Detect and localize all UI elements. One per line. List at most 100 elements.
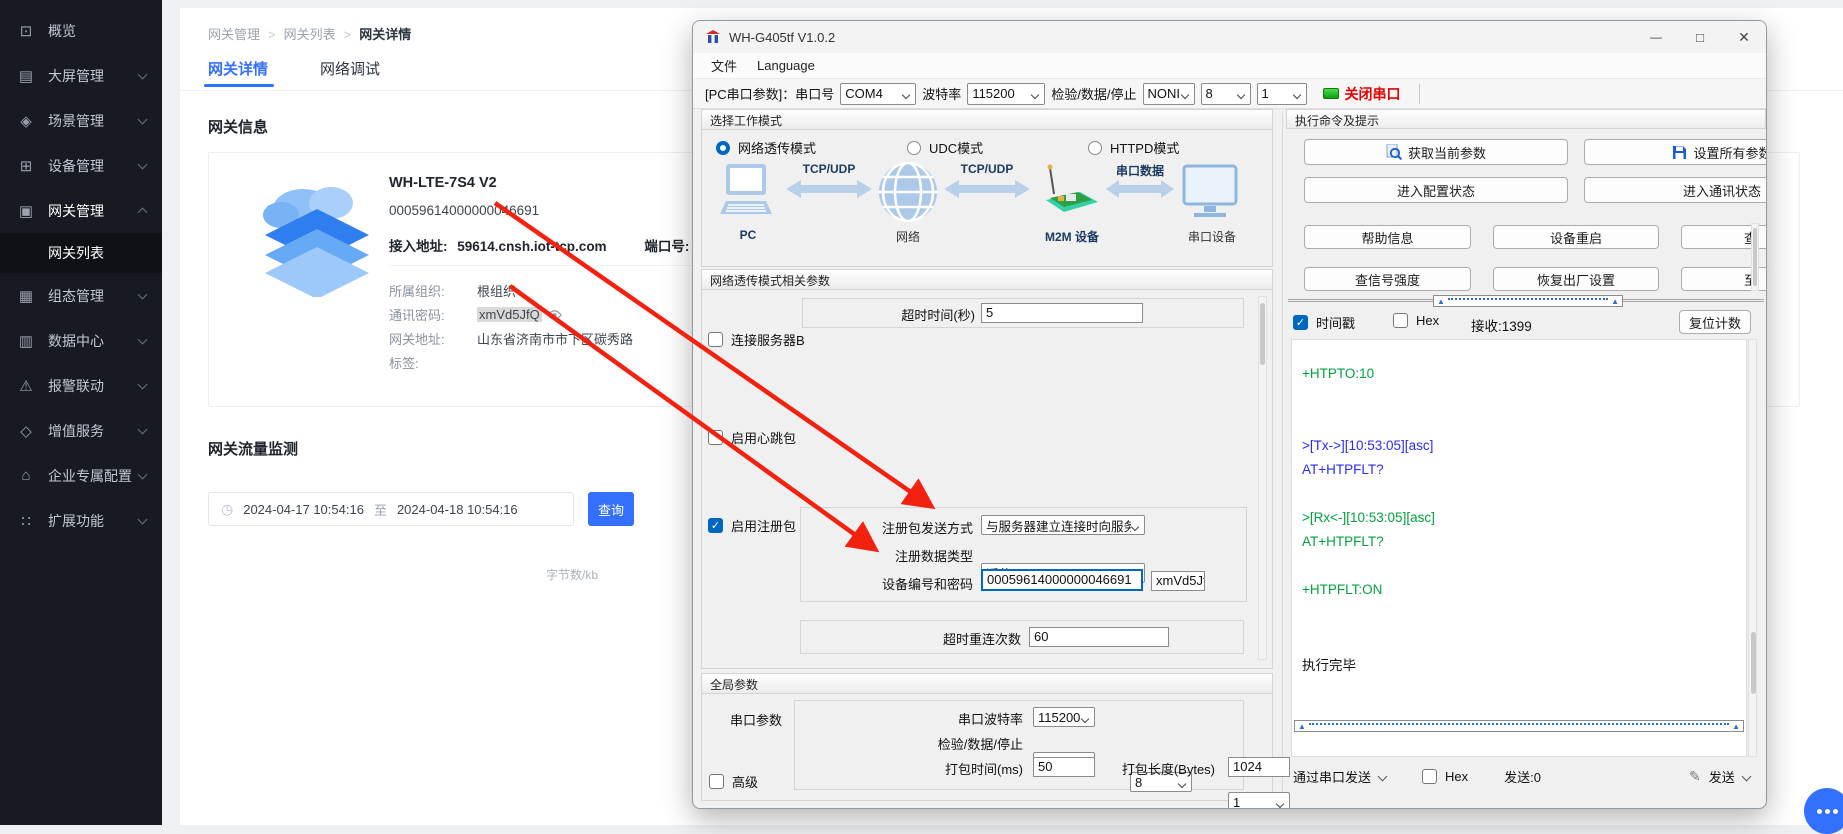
sidebar-item-configuration[interactable]: ▦组态管理 xyxy=(0,273,162,318)
slider-arrow-icon: ▲ xyxy=(1732,722,1740,731)
chevron-down-icon xyxy=(138,379,148,389)
packlen-input[interactable]: 1024 xyxy=(1228,757,1290,777)
enterprise-icon: ⌂ xyxy=(16,467,36,484)
breadcrumb-gateway-mgmt[interactable]: 网关管理 xyxy=(208,27,260,42)
slider-arrow-icon: ▲ xyxy=(1298,722,1306,731)
com-port-select[interactable]: COM4 xyxy=(840,83,916,105)
device-password-input[interactable]: xmVd5JfQ xyxy=(1151,571,1205,591)
reset-counter-button[interactable]: 复位计数 xyxy=(1679,310,1751,334)
heartbeat-checkbox-row[interactable]: 启用心跳包 xyxy=(708,428,796,447)
send-hex-checkbox-row[interactable]: Hex xyxy=(1422,769,1468,784)
section-traffic: 网关流量监测 xyxy=(208,438,298,459)
register-checkbox-row[interactable]: ✓启用注册包 xyxy=(708,516,796,535)
checkbox-icon[interactable] xyxy=(1422,769,1437,784)
global-stopbits-select[interactable]: 1 xyxy=(1228,792,1290,809)
query-button[interactable]: 查询 xyxy=(588,492,634,526)
hex-checkbox-row[interactable]: Hex xyxy=(1393,313,1439,328)
tab-gateway-detail[interactable]: 网关详情 xyxy=(208,58,268,79)
set-all-params-button[interactable]: 设置所有参数 xyxy=(1584,139,1767,165)
send-button[interactable]: 发送 xyxy=(1709,767,1750,786)
radio-transparent-mode[interactable]: 网络透传模式 xyxy=(716,138,816,157)
net-params-scrollbar[interactable] xyxy=(1258,296,1267,660)
serial-log[interactable]: +HTPTO:10 >[Tx->][10:53:05][asc] AT+HTPF… xyxy=(1291,339,1747,757)
baud-select[interactable]: 115200 xyxy=(967,83,1045,105)
timeout-input[interactable]: 5 xyxy=(981,303,1143,323)
date-range-picker[interactable]: ◷ 2024-04-17 10:54:16 至 2024-04-18 10:54… xyxy=(208,492,574,526)
stopbits-select[interactable]: 1 xyxy=(1257,83,1307,105)
menu-file[interactable]: 文件 xyxy=(701,56,747,75)
extension-icon: ∷ xyxy=(16,512,36,530)
radio-httpd-mode[interactable]: HTTPD模式 xyxy=(1088,138,1179,157)
sidebar-item-enterprise[interactable]: ⌂企业专属配置 xyxy=(0,453,162,498)
device-id-label: 设备编号和密码 xyxy=(882,574,973,593)
enter-config-button[interactable]: 进入配置状态 xyxy=(1304,177,1568,203)
log-lines: +HTPTO:10 >[Tx->][10:53:05][asc] AT+HTPF… xyxy=(1292,340,1746,678)
minimize-icon[interactable]: — xyxy=(1634,21,1678,53)
serial-params-label: [PC串口参数]：串口号 xyxy=(705,84,834,103)
packlen-label: 打包长度(Bytes) xyxy=(1122,759,1215,778)
sidebar-item-overview[interactable]: ⊡概览 xyxy=(0,8,162,53)
checkbox-icon[interactable] xyxy=(709,774,724,789)
slider-arrow-icon: ▲ xyxy=(1437,297,1445,306)
sidebar-item-device[interactable]: ⊞设备管理 xyxy=(0,143,162,188)
sidebar-item-datacenter[interactable]: ▥数据中心 xyxy=(0,318,162,363)
server-b-checkbox-row[interactable]: 连接服务器B xyxy=(708,330,805,349)
value-service-icon: ◇ xyxy=(16,422,36,440)
overview-icon: ⊡ xyxy=(16,22,36,40)
sidebar-item-gateway-list[interactable]: 网关列表 xyxy=(0,233,162,273)
global-baud-select[interactable]: 115200 xyxy=(1033,707,1095,727)
date-start[interactable]: 2024-04-17 10:54:16 xyxy=(243,502,364,517)
command-panel-title: 执行命令及提示 xyxy=(1286,109,1766,129)
sidebar-item-bigscreen[interactable]: ▤大屏管理 xyxy=(0,53,162,98)
link-tcpudp-label-2: TCP/UDP xyxy=(944,162,1030,176)
sidebar-item-value-service[interactable]: ◇增值服务 xyxy=(0,408,162,453)
sidebar-item-gateway[interactable]: ▣网关管理 xyxy=(0,188,162,233)
parity-select[interactable]: NONI xyxy=(1143,83,1195,105)
close-icon[interactable]: ✕ xyxy=(1722,21,1766,53)
help-info-button[interactable]: 帮助信息 xyxy=(1304,225,1471,249)
sidebar-item-alarm[interactable]: ⚠报警联动 xyxy=(0,363,162,408)
checkbox-checked-icon[interactable]: ✓ xyxy=(1293,315,1308,330)
sidebar-item-extension[interactable]: ∷扩展功能 xyxy=(0,498,162,543)
log-hscrollbar[interactable]: ▲▲ xyxy=(1294,720,1744,732)
double-arrow-icon xyxy=(786,178,872,200)
chevron-down-icon xyxy=(138,469,148,479)
maximize-icon[interactable]: □ xyxy=(1678,21,1722,53)
advanced-checkbox-row[interactable]: 高级 xyxy=(709,772,758,791)
enter-comm-button[interactable]: 进入通讯状态 xyxy=(1584,177,1767,203)
chat-bubble-button[interactable] xyxy=(1804,788,1843,834)
chevron-down-icon xyxy=(138,69,148,79)
reconnect-input[interactable]: 60 xyxy=(1029,627,1169,647)
tab-network-debug[interactable]: 网络调试 xyxy=(320,58,380,79)
sidebar-item-scene[interactable]: ◈场景管理 xyxy=(0,98,162,143)
device-id-input[interactable]: 00059614000000046691 xyxy=(981,569,1143,591)
timestamp-checkbox-row[interactable]: ✓时间戳 xyxy=(1293,313,1355,332)
gateway-id: 00059614000000046691 xyxy=(389,203,539,218)
eye-icon[interactable] xyxy=(547,309,562,321)
send-mode-dropdown[interactable]: 通过串口发送 xyxy=(1293,767,1386,786)
radio-udc-mode[interactable]: UDC模式 xyxy=(907,138,983,157)
checkbox-icon[interactable] xyxy=(708,430,723,445)
command-hscrollbar[interactable]: ▲▲ xyxy=(1288,295,1764,307)
date-end[interactable]: 2024-04-18 10:54:16 xyxy=(397,502,518,517)
databits-select[interactable]: 8 xyxy=(1201,83,1251,105)
factory-reset-button[interactable]: 恢复出厂设置 xyxy=(1493,267,1659,291)
reg-send-select[interactable]: 与服务器建立连接时向服务 xyxy=(981,515,1145,535)
titlebar[interactable]: WH-G405tf V1.0.2 — □ ✕ xyxy=(693,21,1766,53)
checkbox-icon[interactable] xyxy=(1393,313,1408,328)
packtime-input[interactable]: 50 xyxy=(1033,757,1095,777)
signal-strength-button[interactable]: 查信号强度 xyxy=(1304,267,1471,291)
radio-icon xyxy=(1088,141,1102,155)
close-serial-button[interactable]: 关闭串口 xyxy=(1345,84,1401,104)
window-title: WH-G405tf V1.0.2 xyxy=(729,30,835,45)
device-restart-button[interactable]: 设备重启 xyxy=(1493,225,1659,249)
breadcrumb-gateway-list[interactable]: 网关列表 xyxy=(284,27,336,42)
get-params-button[interactable]: 获取当前参数 xyxy=(1304,139,1568,165)
checkbox-checked-icon[interactable]: ✓ xyxy=(708,518,723,533)
checkbox-icon[interactable] xyxy=(708,332,723,347)
command-scrollbar[interactable] xyxy=(1751,223,1759,291)
log-vscrollbar[interactable] xyxy=(1748,339,1757,757)
link-serial-label: 串口数据 xyxy=(1106,162,1174,179)
menu-language[interactable]: Language xyxy=(747,58,825,73)
password-row: 通讯密码: xmVd5JfQ xyxy=(389,305,562,324)
